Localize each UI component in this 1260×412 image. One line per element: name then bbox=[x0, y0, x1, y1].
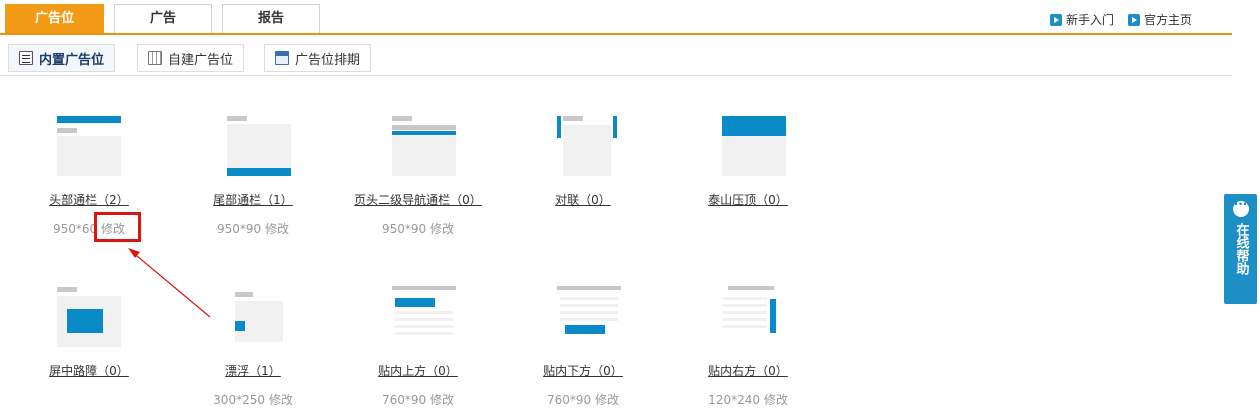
online-help-label: 在线帮助 bbox=[1233, 223, 1249, 275]
edit-link[interactable]: 修改 bbox=[430, 222, 454, 236]
edit-link[interactable]: 修改 bbox=[269, 393, 293, 407]
secondary-nav-thumbnail bbox=[383, 112, 456, 182]
slot-name-link[interactable]: 贴内下方（0） bbox=[508, 362, 658, 379]
slot-footer-banner: 尾部通栏（1） 950*90 修改 bbox=[178, 112, 328, 237]
slot-size: 950*90 bbox=[381, 222, 427, 236]
slot-name-link[interactable]: 对联（0） bbox=[508, 191, 658, 208]
calendar-icon bbox=[275, 51, 289, 65]
edit-link[interactable]: 修改 bbox=[764, 393, 788, 407]
play-icon bbox=[1127, 13, 1140, 26]
online-help-button[interactable]: 在线帮助 bbox=[1224, 194, 1257, 304]
slot-size: 760*90 bbox=[546, 393, 592, 407]
slot-mid-screen-roadblock: 屏中路障（0） bbox=[14, 283, 164, 379]
slot-name-link[interactable]: 尾部通栏（1） bbox=[178, 191, 328, 208]
slot-post-bottom: 贴内下方（0） 760*90 修改 bbox=[508, 283, 658, 408]
slot-header-banner: 头部通栏（2） 950*60 修改 bbox=[14, 112, 164, 237]
slot-name-link[interactable]: 屏中路障（0） bbox=[14, 362, 164, 379]
slot-name-link[interactable]: 泰山压顶（0） bbox=[673, 191, 823, 208]
tab-reports[interactable]: 报告 bbox=[222, 4, 320, 33]
slot-post-top: 贴内上方（0） 760*90 修改 bbox=[343, 283, 493, 408]
slot-post-right: 贴内右方（0） 120*240 修改 bbox=[673, 283, 823, 408]
post-bottom-thumbnail bbox=[548, 283, 621, 353]
slot-name-link[interactable]: 贴内右方（0） bbox=[673, 362, 823, 379]
post-top-thumbnail bbox=[383, 283, 456, 353]
beginner-guide-link[interactable]: 新手入门 bbox=[1049, 11, 1114, 28]
edit-link[interactable]: 修改 bbox=[595, 393, 619, 407]
play-icon bbox=[1049, 13, 1062, 26]
slot-top-takeover: 泰山压顶（0） bbox=[673, 112, 823, 208]
couplet-thumbnail bbox=[548, 112, 618, 182]
slot-name-link[interactable]: 页头二级导航通栏（0） bbox=[343, 191, 493, 208]
tab-ad-slots[interactable]: 广告位 bbox=[5, 4, 104, 33]
roadblock-thumbnail bbox=[54, 283, 124, 353]
floating-thumbnail bbox=[218, 283, 288, 353]
footer-banner-thumbnail bbox=[218, 112, 291, 182]
slot-size: 120*240 bbox=[708, 393, 760, 407]
slot-couplet: 对联（0） bbox=[508, 112, 658, 208]
chat-bubble-icon bbox=[1232, 197, 1249, 217]
sub-tab-bar: 内置广告位 自建广告位 广告位排期 bbox=[0, 40, 1232, 76]
subtab-builtin-slots[interactable]: 内置广告位 bbox=[8, 44, 116, 72]
top-takeover-thumbnail bbox=[713, 112, 786, 182]
slot-floating: 漂浮（1） 300*250 修改 bbox=[178, 283, 328, 408]
slot-size: 950*90 bbox=[216, 222, 262, 236]
subtab-slot-schedule[interactable]: 广告位排期 bbox=[264, 44, 372, 72]
edit-link[interactable]: 修改 bbox=[265, 222, 289, 236]
slot-size: 760*90 bbox=[381, 393, 427, 407]
top-tab-bar: 广告位 广告 报告 新手入门 官方主页 bbox=[0, 0, 1232, 35]
header-banner-thumbnail bbox=[54, 112, 124, 182]
top-links: 新手入门 官方主页 bbox=[1049, 11, 1192, 28]
tab-ads[interactable]: 广告 bbox=[114, 4, 212, 33]
slot-secondary-nav-banner: 页头二级导航通栏（0） 950*90 修改 bbox=[343, 112, 493, 237]
slot-name-link[interactable]: 贴内上方（0） bbox=[343, 362, 493, 379]
slot-name-link[interactable]: 头部通栏（2） bbox=[14, 191, 164, 208]
slot-size: 300*250 bbox=[213, 393, 265, 407]
official-home-link[interactable]: 官方主页 bbox=[1127, 11, 1192, 28]
post-right-thumbnail bbox=[713, 283, 783, 353]
grid-icon bbox=[148, 51, 162, 65]
edit-link[interactable]: 修改 bbox=[430, 393, 454, 407]
list-icon bbox=[19, 51, 33, 65]
highlight-box bbox=[94, 212, 141, 242]
subtab-custom-slots[interactable]: 自建广告位 bbox=[137, 44, 245, 72]
slot-size: 950*60 bbox=[52, 222, 98, 236]
slot-name-link[interactable]: 漂浮（1） bbox=[178, 362, 328, 379]
